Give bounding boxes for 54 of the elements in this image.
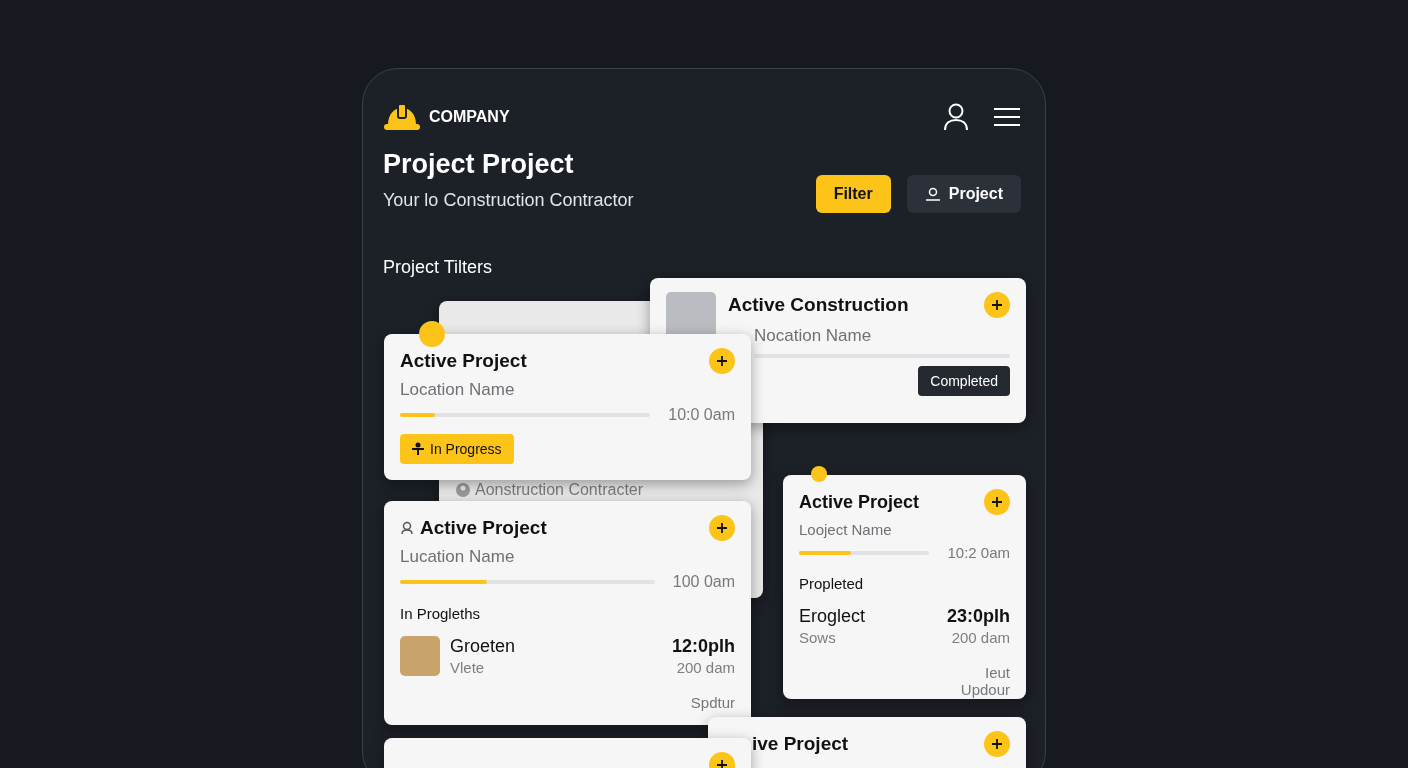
brand-name: COMPANY bbox=[429, 108, 510, 126]
worker-icon bbox=[412, 442, 424, 456]
entry-subtime: 200 dam bbox=[950, 629, 1010, 646]
person-icon bbox=[924, 186, 941, 202]
footer-text: Updour bbox=[960, 681, 1010, 698]
page-title: Project Project bbox=[383, 149, 575, 180]
footer-text: Spdtur bbox=[690, 694, 735, 711]
add-button[interactable] bbox=[984, 731, 1010, 757]
person-icon bbox=[455, 482, 471, 498]
add-button[interactable] bbox=[709, 348, 735, 374]
status-badge[interactable]: In Progress bbox=[400, 434, 514, 464]
card-caption: Aonstruction Contracter bbox=[475, 481, 644, 499]
entry-name: Groeten bbox=[450, 636, 516, 657]
add-button[interactable] bbox=[709, 515, 735, 541]
page-subtitle: Your lo Construction Contractor bbox=[383, 190, 634, 211]
card-title: Active Construction bbox=[728, 294, 909, 316]
entry-time: 23:0plh bbox=[946, 606, 1010, 627]
entry-subtime: 200 dam bbox=[675, 659, 735, 676]
add-button[interactable] bbox=[984, 489, 1010, 515]
section-label: Propleted bbox=[799, 575, 865, 592]
time-text: 10:2 0am bbox=[947, 544, 1010, 561]
user-icon[interactable] bbox=[943, 103, 969, 131]
entry-time: 12:0plh bbox=[671, 636, 735, 657]
time-text: 100 0am bbox=[672, 573, 735, 591]
filter-button[interactable]: Filter bbox=[815, 175, 891, 213]
section-label: In Progleths bbox=[400, 605, 482, 622]
location-text: Location Name bbox=[400, 380, 516, 400]
plus-icon bbox=[991, 299, 1003, 311]
location-text: Nocation Name bbox=[754, 326, 873, 346]
plus-icon bbox=[991, 738, 1003, 750]
menu-icon[interactable] bbox=[993, 107, 1021, 127]
location-text: Looject Name bbox=[799, 521, 893, 538]
hard-hat-icon bbox=[383, 102, 421, 132]
card-title: Active Project bbox=[400, 350, 527, 372]
status-badge[interactable]: Completed bbox=[918, 366, 1010, 396]
marker-dot bbox=[811, 466, 827, 482]
card-title: ive Project bbox=[751, 733, 849, 755]
plus-icon bbox=[991, 496, 1003, 508]
card-title: Active Project bbox=[400, 517, 547, 539]
entry-subtitle: Vlete bbox=[450, 659, 486, 676]
footer-text: Ieut bbox=[984, 664, 1010, 681]
plus-icon bbox=[716, 522, 728, 534]
entry-subtitle: Sows bbox=[799, 629, 837, 646]
marker-dot bbox=[419, 321, 445, 347]
section-title: Project Tilters bbox=[383, 257, 494, 278]
card-title: Active Project bbox=[799, 491, 920, 513]
entry-name: Eroglect bbox=[799, 606, 866, 627]
location-text: Lucation Name bbox=[400, 547, 516, 567]
plus-icon bbox=[716, 355, 728, 367]
person-icon bbox=[400, 521, 414, 535]
time-text: 10:0 0am bbox=[668, 406, 735, 424]
plus-icon bbox=[716, 759, 728, 768]
add-button[interactable] bbox=[984, 292, 1010, 318]
project-button[interactable]: Project bbox=[906, 175, 1021, 213]
